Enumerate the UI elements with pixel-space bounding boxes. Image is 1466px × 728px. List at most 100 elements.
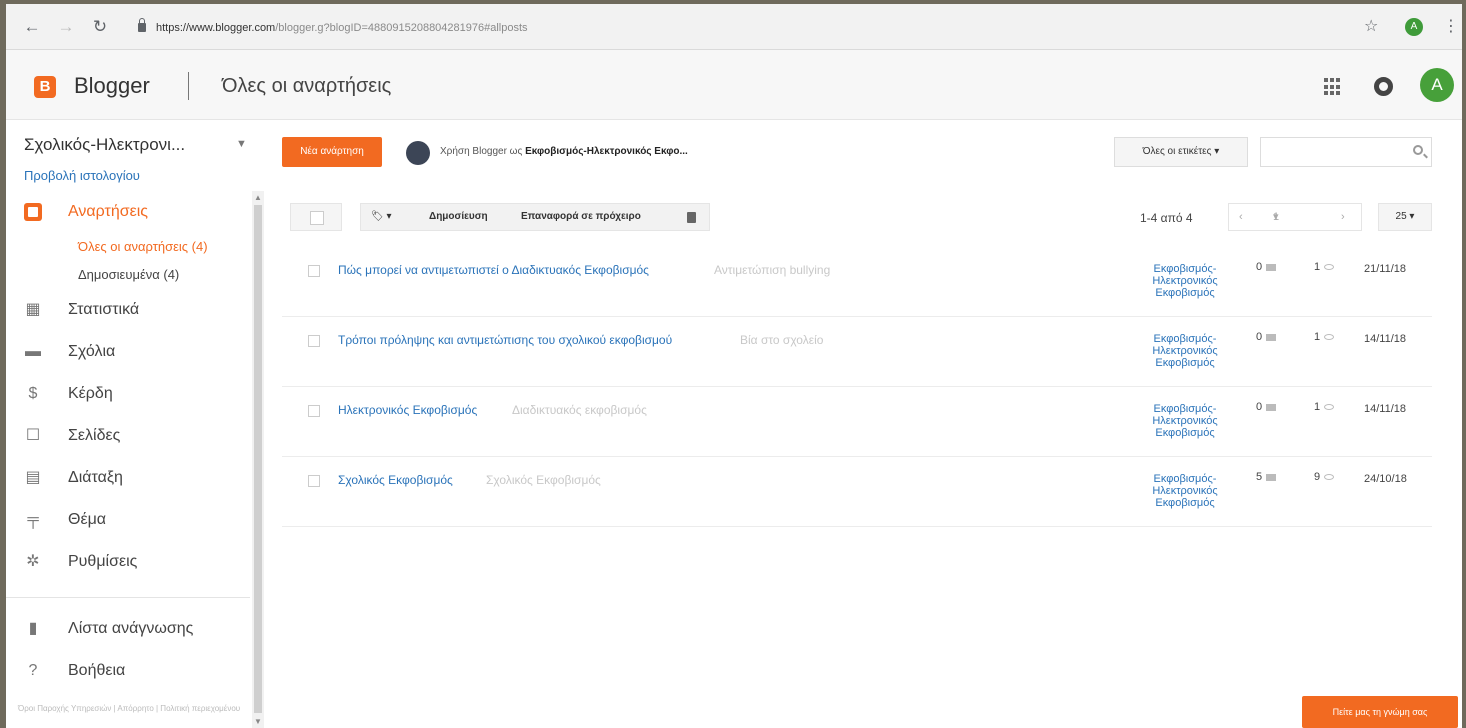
- url-path: /blogger.g?blogID=4880915208804281976#al…: [275, 22, 528, 34]
- post-labels[interactable]: Εκφοβισμός-Ηλεκτρονικός Εκφοβισμός: [1140, 473, 1230, 509]
- address-bar[interactable]: https://www.blogger.com/blogger.g?blogID…: [132, 15, 1402, 41]
- bookmark-star-icon[interactable]: ☆: [1364, 16, 1378, 36]
- post-date: 21/11/18: [1364, 263, 1407, 275]
- sidebar-subitem-all-posts[interactable]: Όλες οι αναρτήσεις (4): [78, 233, 250, 261]
- sidebar-menu: Αναρτήσεις Όλες οι αναρτήσεις (4) Δημοσι…: [6, 191, 250, 692]
- post-title[interactable]: Ηλεκτρονικός Εκφοβισμός: [338, 403, 477, 417]
- search-input[interactable]: [1260, 137, 1432, 167]
- apps-grid-icon[interactable]: [1324, 78, 1342, 96]
- comment-icon: [1266, 333, 1277, 341]
- comment-count[interactable]: 5: [1256, 471, 1277, 483]
- revert-to-draft-button[interactable]: Επαναφορά σε πρόχειρο: [521, 204, 641, 230]
- browser-toolbar: ← → ↻ https://www.blogger.com/blogger.g?…: [6, 4, 1462, 50]
- per-page-value: 25: [1395, 211, 1407, 222]
- blogger-logo-icon[interactable]: B: [34, 76, 56, 98]
- post-date: 24/10/18: [1364, 473, 1407, 485]
- brand-name[interactable]: Blogger: [74, 73, 150, 99]
- app-header: B Blogger Όλες οι αναρτήσεις A: [6, 50, 1462, 120]
- table-row[interactable]: Πώς μπορεί να αντιμετωπιστεί ο Διαδικτυα…: [282, 247, 1432, 317]
- post-snippet: Σχολικός Εκφοβισμός: [486, 473, 601, 487]
- chevron-down-icon: ▾: [1214, 146, 1220, 157]
- sidebar-scrollbar[interactable]: ▲ ▼: [252, 191, 264, 728]
- post-labels[interactable]: Εκφοβισμός-Ηλεκτρονικός Εκφοβισμός: [1140, 403, 1230, 439]
- comments-icon: ▬: [25, 343, 41, 360]
- using-profile-name[interactable]: Εκφοβισμός-Ηλεκτρονικός Εκφο...: [525, 146, 688, 157]
- comment-count[interactable]: 0: [1256, 331, 1277, 343]
- sidebar-item-reading-list[interactable]: ▮ Λίστα ανάγνωσης: [6, 608, 250, 650]
- post-labels[interactable]: Εκφοβισμός-Ηλεκτρονικός Εκφοβισμός: [1140, 333, 1230, 369]
- trash-icon[interactable]: [687, 212, 696, 223]
- theme-icon: ╤: [27, 511, 39, 528]
- search-icon[interactable]: [1413, 145, 1423, 155]
- sidebar-item-stats[interactable]: ▦ Στατιστικά: [6, 289, 250, 331]
- sidebar-item-label: Κέρδη: [68, 385, 113, 402]
- sidebar-subitem-published[interactable]: Δημοσιευμένα (4): [78, 261, 250, 289]
- label-tag-icon[interactable]: 🏷 ▾: [371, 204, 411, 230]
- comment-count[interactable]: 0: [1256, 261, 1277, 273]
- notifications-icon[interactable]: [1374, 77, 1393, 96]
- posts-icon: [24, 203, 42, 221]
- prev-page-icon[interactable]: ‹: [1239, 204, 1243, 230]
- sidebar-item-comments[interactable]: ▬ Σχόλια: [6, 331, 250, 373]
- browser-menu-icon[interactable]: ⋮: [1443, 16, 1459, 36]
- view-count-value: 1: [1314, 401, 1321, 413]
- sidebar-item-theme[interactable]: ╤ Θέμα: [6, 499, 250, 541]
- table-row[interactable]: Ηλεκτρονικός Εκφοβισμός Διαδικτυακός εκφ…: [282, 387, 1432, 457]
- sidebar-item-layout[interactable]: ▤ Διάταξη: [6, 457, 250, 499]
- table-row[interactable]: Σχολικός Εκφοβισμός Σχολικός Εκφοβισμός …: [282, 457, 1432, 527]
- reload-icon[interactable]: ↻: [90, 17, 110, 37]
- comment-icon: [1266, 263, 1277, 271]
- scrollbar-thumb[interactable]: [254, 205, 262, 713]
- scroll-up-arrow-icon[interactable]: ▲: [254, 193, 262, 202]
- sidebar-item-settings[interactable]: ✲ Ρυθμίσεις: [6, 541, 250, 583]
- post-checkbox[interactable]: [308, 265, 320, 277]
- post-title[interactable]: Τρόποι πρόληψης και αντιμετώπισης του σχ…: [338, 333, 672, 347]
- sidebar-item-pages[interactable]: ☐ Σελίδες: [6, 415, 250, 457]
- main-content: Νέα ανάρτηση Χρήση Blogger ως Εκφοβισμός…: [282, 121, 1462, 728]
- view-count: 1: [1314, 261, 1335, 273]
- feedback-button[interactable]: Πείτε μας τη γνώμη σας: [1302, 696, 1458, 728]
- post-checkbox[interactable]: [308, 335, 320, 347]
- pagination-count: 1-4 από 4: [1140, 211, 1193, 225]
- post-checkbox[interactable]: [308, 405, 320, 417]
- sidebar-item-earnings[interactable]: $ Κέρδη: [6, 373, 250, 415]
- header-divider: [188, 72, 189, 100]
- sidebar-item-label: Ρυθμίσεις: [68, 553, 138, 570]
- back-arrow-icon[interactable]: ←: [22, 17, 42, 37]
- chevron-down-icon[interactable]: ▼: [236, 138, 247, 150]
- profile-avatar-icon[interactable]: A: [1405, 18, 1423, 36]
- post-snippet: Αντιμετώπιση bullying: [714, 263, 831, 277]
- per-page-select[interactable]: 25 ▾: [1378, 203, 1432, 231]
- new-post-button[interactable]: Νέα ανάρτηση: [282, 137, 382, 167]
- view-count-value: 9: [1314, 471, 1321, 483]
- account-avatar[interactable]: A: [1420, 68, 1454, 102]
- post-snippet: Διαδικτυακός εκφοβισμός: [512, 403, 647, 417]
- pages-icon: ☐: [25, 427, 41, 444]
- table-row[interactable]: Τρόποι πρόληψης και αντιμετώπισης του σχ…: [282, 317, 1432, 387]
- post-snippet: Βία στο σχολείο: [740, 333, 824, 347]
- using-prefix: Χρήση Blogger ως: [440, 146, 523, 157]
- comment-count[interactable]: 0: [1256, 401, 1277, 413]
- sidebar-item-help[interactable]: ? Βοήθεια: [6, 650, 250, 692]
- view-count-value: 1: [1314, 261, 1321, 273]
- select-all-checkbox[interactable]: [290, 203, 342, 231]
- post-checkbox[interactable]: [308, 475, 320, 487]
- post-labels[interactable]: Εκφοβισμός-Ηλεκτρονικός Εκφοβισμός: [1140, 263, 1230, 299]
- scroll-down-arrow-icon[interactable]: ▼: [254, 717, 262, 726]
- comment-count-value: 0: [1256, 331, 1263, 343]
- page-select[interactable]: 1 ▾: [1273, 204, 1279, 230]
- sidebar-item-label: Αναρτήσεις: [68, 203, 148, 220]
- forward-arrow-icon[interactable]: →: [56, 17, 76, 37]
- reading-list-icon: ▮: [28, 620, 38, 637]
- blog-selector[interactable]: Σχολικός-Ηλεκτρονι...: [24, 135, 185, 155]
- sidebar-item-posts[interactable]: Αναρτήσεις: [6, 191, 250, 233]
- labels-dropdown[interactable]: Όλες οι ετικέτες ▾: [1114, 137, 1248, 167]
- post-title[interactable]: Πώς μπορεί να αντιμετωπιστεί ο Διαδικτυα…: [338, 263, 649, 277]
- sidebar-footer-links[interactable]: Όροι Παροχής Υπηρεσιών | Απόρρητο | Πολι…: [18, 703, 248, 714]
- view-blog-link[interactable]: Προβολή ιστολογίου: [24, 168, 140, 183]
- eye-icon: [1324, 334, 1335, 341]
- publish-button[interactable]: Δημοσίευση: [429, 204, 488, 230]
- layout-icon: ▤: [25, 469, 41, 486]
- next-page-icon[interactable]: ›: [1341, 204, 1345, 230]
- post-title[interactable]: Σχολικός Εκφοβισμός: [338, 473, 453, 487]
